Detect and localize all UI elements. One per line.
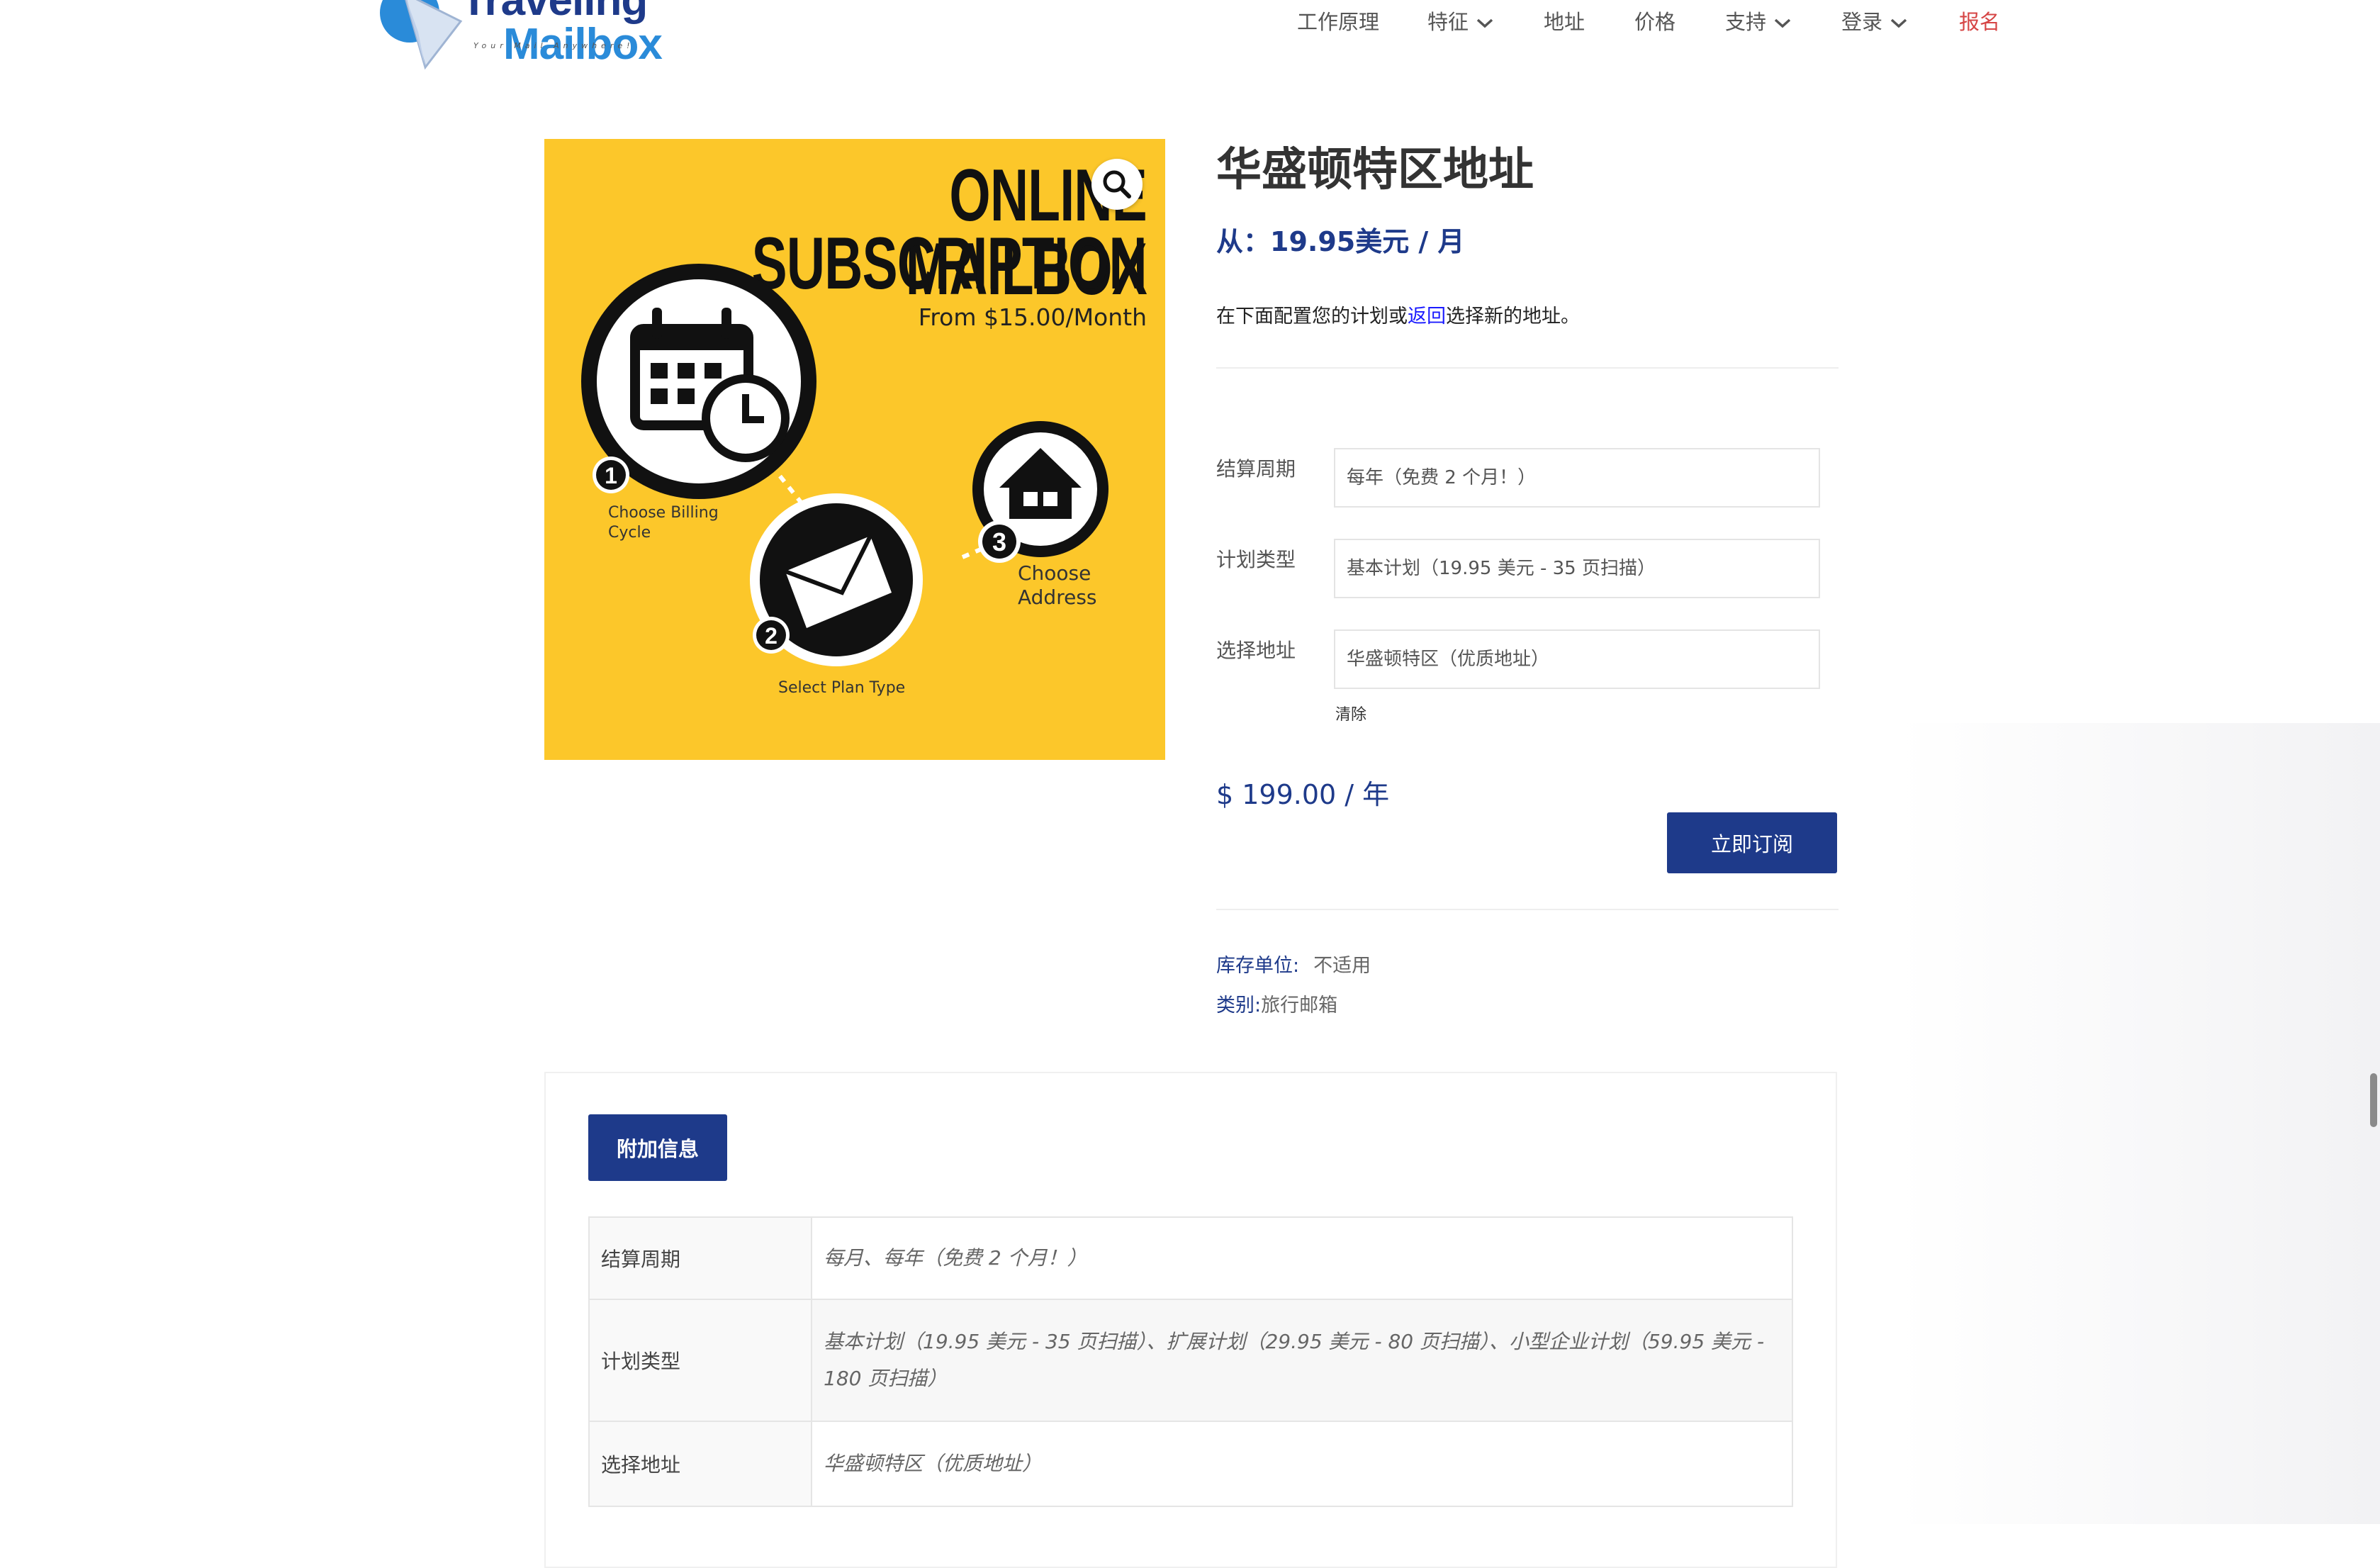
svg-text:1: 1	[605, 463, 617, 488]
back-link[interactable]: 返回	[1408, 306, 1446, 327]
price-from: 从：19.95美元 / 月	[1216, 226, 1465, 257]
category-meta: 类别:旅行邮箱	[1216, 990, 1337, 1017]
nav-support[interactable]: 支持	[1725, 6, 1792, 35]
plan-type-label: 计划类型	[1216, 548, 1296, 571]
plan-type-select[interactable]: 基本计划（19.95 美元 - 35 页扫描）	[1334, 539, 1820, 598]
table-row: 选择地址 华盛顿特区（优质地址）	[588, 1421, 1793, 1507]
table-row: 计划类型 基本计划（19.95 美元 - 35 页扫描）、扩展计划（29.95 …	[588, 1299, 1793, 1422]
chevron-down-icon	[1890, 18, 1907, 28]
nav-label: 价格	[1634, 10, 1676, 34]
sku-value: 不适用	[1313, 955, 1371, 977]
divider	[1216, 909, 1839, 910]
background-fade	[1898, 723, 2380, 1524]
category-label: 类别:	[1216, 995, 1262, 1017]
step-2-caption: Select Plan Type	[778, 679, 906, 697]
nav-features[interactable]: 特征	[1427, 6, 1494, 35]
magnifier-icon	[1103, 170, 1131, 198]
total-price: $ 199.00 / 年	[1216, 779, 1390, 810]
divider	[1216, 367, 1839, 369]
tab-additional-info[interactable]: 附加信息	[588, 1114, 727, 1181]
clear-link[interactable]: 清除	[1335, 702, 1366, 724]
row-label: 结算周期	[588, 1216, 812, 1300]
step-3-caption: Choose Address	[1018, 561, 1097, 609]
billing-cycle-select[interactable]: 每年（免费 2 个月！）	[1334, 448, 1820, 508]
chevron-down-icon	[1774, 18, 1791, 28]
row-label: 计划类型	[588, 1299, 812, 1422]
svg-text:3: 3	[992, 527, 1006, 556]
row-value: 基本计划（19.95 美元 - 35 页扫描）、扩展计划（29.95 美元 - …	[811, 1299, 1793, 1422]
desc-text-after: 选择新的地址。	[1446, 306, 1580, 327]
address-label: 选择地址	[1216, 639, 1296, 662]
brand-name: Traveling Mailbox	[461, 0, 663, 67]
scrollbar-thumb[interactable]	[2370, 1073, 2377, 1127]
sku-label: 库存单位:	[1216, 955, 1300, 977]
nav-login[interactable]: 登录	[1841, 6, 1908, 35]
table-row: 结算周期 每月、每年（免费 2 个月！）	[588, 1216, 1793, 1300]
nav-signup[interactable]: 报名	[1959, 6, 2000, 35]
product-title: 华盛顿特区地址	[1216, 144, 1534, 196]
address-select[interactable]: 华盛顿特区（优质地址）	[1334, 629, 1820, 689]
zoom-button[interactable]	[1091, 159, 1143, 210]
nav-pricing[interactable]: 价格	[1634, 6, 1675, 35]
desc-text-before: 在下面配置您的计划或	[1216, 306, 1408, 327]
billing-cycle-label: 结算周期	[1216, 457, 1296, 481]
row-value: 华盛顿特区（优质地址）	[811, 1421, 1793, 1507]
nav-how-it-works[interactable]: 工作原理	[1297, 6, 1379, 35]
nav-label: 支持	[1725, 10, 1767, 34]
nav-label: 地址	[1544, 10, 1585, 34]
brand-tagline: Your Mail Anywhere!	[473, 41, 634, 50]
product-image[interactable]: ONLINE MAILBOX SUBSCRIPTION From $15.00/…	[544, 139, 1165, 760]
steps-illustration: 1 2 3	[581, 264, 1108, 666]
step-1-badge: 1	[593, 457, 629, 493]
envelope-globe-icon	[380, 0, 463, 70]
category-link[interactable]: 旅行邮箱	[1261, 995, 1337, 1017]
row-value: 每月、每年（免费 2 个月！）	[811, 1216, 1793, 1300]
nav-label: 工作原理	[1297, 10, 1380, 34]
row-label: 选择地址	[588, 1421, 812, 1507]
additional-info-table: 结算周期 每月、每年（免费 2 个月！） 计划类型 基本计划（19.95 美元 …	[588, 1216, 1793, 1507]
nav-label: 登录	[1841, 10, 1883, 34]
subscribe-button[interactable]: 立即订阅	[1667, 812, 1837, 873]
nav-addresses[interactable]: 地址	[1544, 6, 1585, 35]
step-2-badge: 2	[753, 617, 790, 654]
svg-text:2: 2	[765, 623, 778, 649]
product-description: 在下面配置您的计划或返回选择新的地址。	[1216, 301, 1580, 328]
step-3-badge: 3	[978, 520, 1021, 563]
nav-label: 特征	[1427, 10, 1469, 34]
brand-logo[interactable]: Traveling Mailbox Your Mail Anywhere!	[376, 0, 663, 71]
sku-meta: 库存单位: 不适用	[1216, 950, 1371, 978]
nav-label: 报名	[1959, 10, 2001, 34]
step-1-caption: Choose Billing Cycle	[608, 504, 719, 542]
chevron-down-icon	[1476, 18, 1493, 28]
